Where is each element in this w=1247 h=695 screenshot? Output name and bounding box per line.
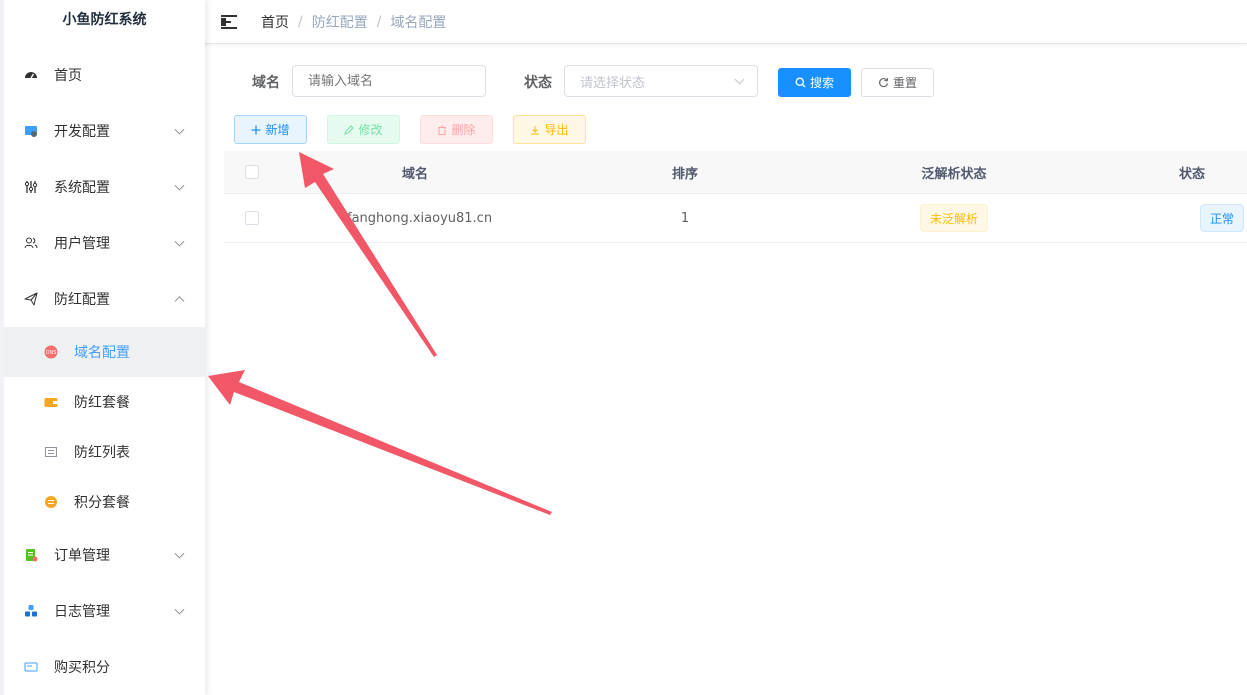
breadcrumb-item-anti-red-config: 防红配置 — [311, 14, 368, 31]
trash-icon — [437, 125, 447, 135]
breadcrumb-separator: / — [298, 13, 303, 30]
row-select-cell — [224, 194, 279, 242]
edit-button[interactable]: 修改 — [327, 115, 400, 144]
sidebar-subitem-label: 防红套餐 — [74, 395, 130, 411]
svg-text:DNS: DNS — [46, 350, 57, 356]
status-label: 状态 — [524, 75, 552, 91]
log-cubes-icon — [24, 604, 38, 618]
column-header-sort: 排序 — [671, 166, 698, 182]
header-select-cell — [224, 151, 279, 193]
select-all-checkbox[interactable] — [244, 165, 259, 179]
sidebar-item-anti-red-config[interactable]: 防红配置 — [4, 271, 205, 327]
cell-domain: fanghong.xiaoyu81.cn — [347, 210, 493, 226]
app-title: 小鱼防红系统 — [62, 12, 147, 28]
wallet-icon — [44, 395, 58, 409]
chevron-down-icon — [174, 548, 185, 559]
sidebar-item-user-management[interactable]: 用户管理 — [4, 215, 205, 271]
chevron-down-icon — [174, 124, 185, 135]
export-button[interactable]: 导出 — [513, 115, 586, 144]
cell-sort: 1 — [680, 210, 690, 226]
annotation-arrow-to-domain-config — [208, 370, 552, 515]
add-button[interactable]: 新增 — [234, 115, 307, 144]
row-checkbox[interactable] — [244, 211, 259, 225]
sidebar-subitem-anti-red-package[interactable]: 防红套餐 — [4, 377, 205, 427]
sidebar-item-home[interactable]: 首页 — [4, 47, 205, 103]
reset-button-label: 重置 — [892, 76, 917, 90]
chevron-down-icon — [174, 604, 185, 615]
sidebar-subitem-label: 域名配置 — [74, 345, 130, 361]
search-button[interactable]: 搜索 — [778, 68, 851, 97]
download-icon — [530, 125, 540, 135]
status-select-placeholder: 请选择状态 — [580, 75, 646, 91]
status-select[interactable]: 请选择状态 — [564, 65, 758, 97]
column-header-wildcard-status: 泛解析状态 — [921, 166, 987, 182]
card-icon — [24, 660, 38, 674]
sidebar-subitem-domain-config[interactable]: DNS 域名配置 — [4, 327, 205, 377]
edit-pencil-icon — [344, 124, 355, 135]
sidebar-subitem-label: 积分套餐 — [74, 495, 130, 511]
search-icon — [795, 77, 806, 88]
chevron-up-icon — [174, 296, 185, 307]
breadcrumb-separator: / — [376, 13, 382, 30]
sidebar-subitem-label: 防红列表 — [74, 445, 130, 461]
column-header-domain: 域名 — [401, 166, 428, 182]
column-header-status: 状态 — [1179, 166, 1206, 182]
sidebar-item-label: 日志管理 — [54, 604, 110, 620]
breadcrumb-item-home[interactable]: 首页 — [261, 12, 289, 32]
users-icon — [24, 236, 38, 250]
sidebar-item-buy-points[interactable]: 购买积分 — [4, 639, 205, 695]
chevron-down-icon — [734, 74, 745, 85]
domain-table: 域名 排序 泛解析状态 状态 fanghong.xiaoyu81.cn 1 未泛… — [224, 151, 1247, 243]
sidebar-subitem-anti-red-list[interactable]: 防红列表 — [4, 427, 205, 477]
cell-wildcard-status: 未泛解析 — [819, 194, 1089, 242]
sidebar-item-order-management[interactable]: 订单管理 — [4, 527, 205, 583]
sidebar-item-label: 用户管理 — [54, 236, 110, 252]
chevron-down-icon — [174, 236, 185, 247]
domain-search-input[interactable] — [292, 65, 486, 97]
sidebar-item-label: 订单管理 — [54, 548, 110, 564]
dns-icon: DNS — [44, 345, 58, 359]
delete-button[interactable]: 删除 — [420, 115, 493, 144]
wildcard-status-badge: 未泛解析 — [919, 204, 988, 232]
dashboard-icon — [24, 68, 38, 82]
plus-icon — [251, 125, 261, 135]
paper-plane-icon — [24, 292, 38, 306]
monitor-icon — [24, 124, 38, 138]
sidebar-item-label: 防红配置 — [54, 292, 110, 308]
delete-button-label: 删除 — [451, 123, 476, 137]
table-row[interactable]: fanghong.xiaoyu81.cn 1 未泛解析 正常 — [224, 194, 1247, 243]
sidebar-item-label: 开发配置 — [54, 124, 110, 140]
cell-status: 正常 — [1200, 194, 1247, 242]
sidebar-item-log-management[interactable]: 日志管理 — [4, 583, 205, 639]
order-icon — [24, 548, 38, 562]
sidebar-item-label: 购买积分 — [54, 660, 110, 676]
edit-button-label: 修改 — [358, 123, 383, 137]
list-icon — [44, 445, 58, 459]
settings-sliders-icon — [24, 180, 38, 194]
sidebar-item-label: 系统配置 — [54, 180, 110, 196]
reset-button[interactable]: 重置 — [861, 68, 934, 97]
table-header: 域名 排序 泛解析状态 状态 — [224, 151, 1247, 194]
export-button-label: 导出 — [544, 123, 569, 137]
add-button-label: 新增 — [265, 123, 290, 137]
refresh-icon — [878, 77, 889, 88]
sidebar-subitem-points-package[interactable]: 积分套餐 — [4, 477, 205, 527]
coins-icon — [44, 495, 58, 509]
sidebar-item-label: 首页 — [54, 68, 82, 84]
chevron-down-icon — [174, 180, 185, 191]
breadcrumb: 首页 / 防红配置 / 域名配置 — [261, 12, 446, 32]
sidebar: 小鱼防红系统 首页 开发配置 系统配置 用户管理 防红配置 DNS 域名配置 防… — [0, 0, 205, 695]
collapse-menu-icon[interactable] — [221, 14, 237, 29]
sidebar-item-system-config[interactable]: 系统配置 — [4, 159, 205, 215]
domain-label: 域名 — [252, 75, 280, 91]
search-button-label: 搜索 — [809, 76, 834, 90]
breadcrumb-item-domain-config: 域名配置 — [390, 14, 447, 31]
status-badge: 正常 — [1200, 204, 1245, 232]
top-navbar: 首页 / 防红配置 / 域名配置 — [205, 0, 1247, 44]
sidebar-item-dev-config[interactable]: 开发配置 — [4, 103, 205, 159]
